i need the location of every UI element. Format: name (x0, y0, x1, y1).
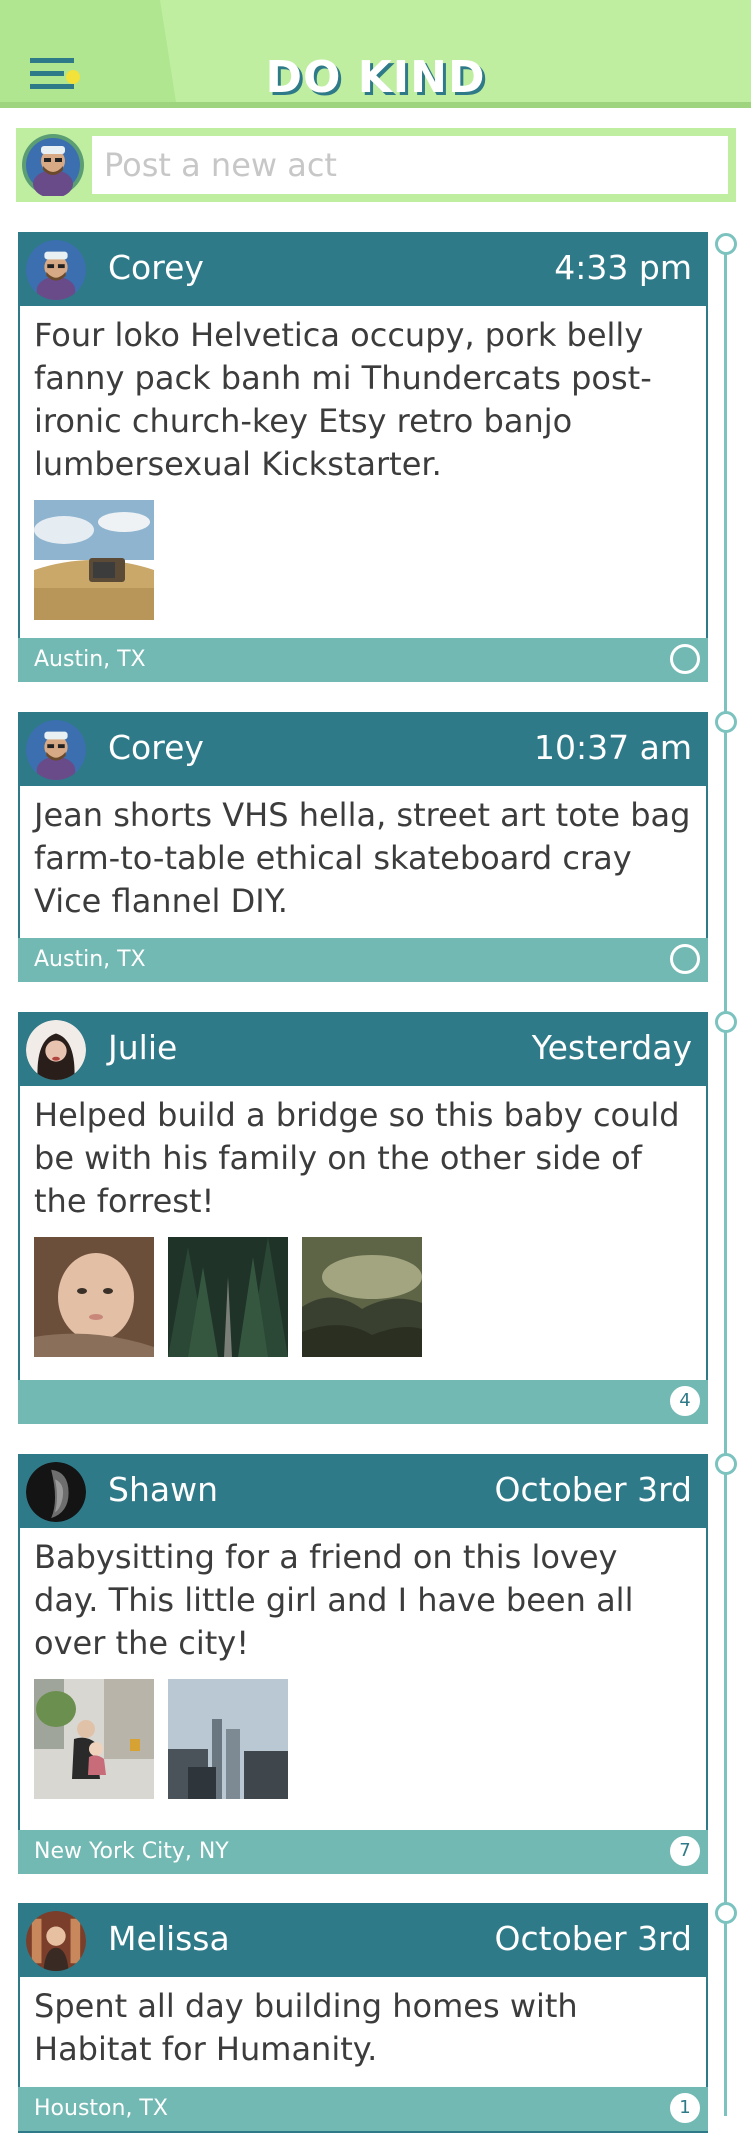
post-text: Babysitting for a friend on this lovey d… (34, 1538, 634, 1662)
post-header: Julie Yesterday (20, 1014, 706, 1086)
post-author[interactable]: Melissa (108, 1919, 230, 1958)
post-composer (16, 128, 736, 202)
post-photos (20, 486, 706, 620)
photo-count-badge[interactable]: 7 (670, 1836, 700, 1866)
post-photos (20, 1665, 706, 1799)
timeline-node (715, 711, 737, 733)
post-header: Melissa October 3rd (20, 1905, 706, 1977)
post-text: Helped build a bridge so this baby could… (34, 1096, 680, 1220)
post-card[interactable]: Corey 4:33 pm Four loko Helvetica occupy… (18, 232, 708, 682)
photo-count-badge[interactable]: 1 (670, 2093, 700, 2123)
timeline-node (715, 1453, 737, 1475)
new-act-input[interactable] (92, 136, 728, 194)
post-footer: New York City, NY 7 (18, 1830, 708, 1874)
post-card[interactable]: Melissa October 3rd Spent all day buildi… (18, 1903, 708, 2133)
post-footer: Austin, TX (18, 938, 708, 982)
post-location: Austin, TX (34, 647, 146, 672)
post-time: October 3rd (494, 1470, 692, 1509)
photo-thumbnail[interactable] (34, 1679, 154, 1799)
post-photos (20, 1223, 706, 1357)
post-author[interactable]: Corey (108, 248, 204, 287)
post-header: Shawn October 3rd (20, 1456, 706, 1528)
app-header: DO KIND (0, 0, 751, 108)
post-text: Four loko Helvetica occupy, pork belly f… (34, 316, 652, 483)
post-location: Houston, TX (34, 2096, 168, 2121)
post-text: Jean shorts VHS hella, street art tote b… (34, 796, 691, 920)
post-header: Corey 4:33 pm (20, 234, 706, 306)
post-location: New York City, NY (34, 1839, 229, 1864)
circle-icon[interactable] (670, 644, 700, 674)
post-footer: Houston, TX 1 (18, 2087, 708, 2131)
photo-thumbnail[interactable] (168, 1679, 288, 1799)
post-header: Corey 10:37 am (20, 714, 706, 786)
post-footer: Austin, TX (18, 638, 708, 682)
photo-thumbnail[interactable] (34, 1237, 154, 1357)
timeline-line (724, 254, 727, 2116)
avatar[interactable] (26, 1911, 86, 1971)
timeline-node (715, 1011, 737, 1033)
post-time: Yesterday (531, 1028, 692, 1067)
photo-thumbnail[interactable] (34, 500, 154, 620)
post-text: Spent all day building homes with Habita… (34, 1987, 578, 2068)
photo-thumbnail[interactable] (302, 1237, 422, 1357)
post-author[interactable]: Julie (108, 1028, 177, 1067)
post-author[interactable]: Corey (108, 728, 204, 767)
post-card[interactable]: Corey 10:37 am Jean shorts VHS hella, st… (18, 712, 708, 982)
post-time: 4:33 pm (554, 248, 692, 287)
avatar[interactable] (26, 1020, 86, 1080)
avatar[interactable] (26, 240, 86, 300)
timeline-node (715, 1902, 737, 1924)
app-title: DO KIND (265, 52, 486, 103)
photo-count-badge[interactable]: 4 (670, 1386, 700, 1416)
avatar[interactable] (22, 134, 84, 198)
post-time: 10:37 am (534, 728, 692, 767)
post-footer: 4 (18, 1380, 708, 1424)
timeline-node (715, 233, 737, 255)
post-author[interactable]: Shawn (108, 1470, 218, 1509)
avatar[interactable] (26, 720, 86, 780)
post-card[interactable]: Shawn October 3rd Babysitting for a frie… (18, 1454, 708, 1874)
circle-icon[interactable] (670, 944, 700, 974)
avatar[interactable] (26, 1462, 86, 1522)
photo-thumbnail[interactable] (168, 1237, 288, 1357)
post-card[interactable]: Julie Yesterday Helped build a bridge so… (18, 1012, 708, 1424)
post-location: Austin, TX (34, 947, 146, 972)
post-time: October 3rd (494, 1919, 692, 1958)
